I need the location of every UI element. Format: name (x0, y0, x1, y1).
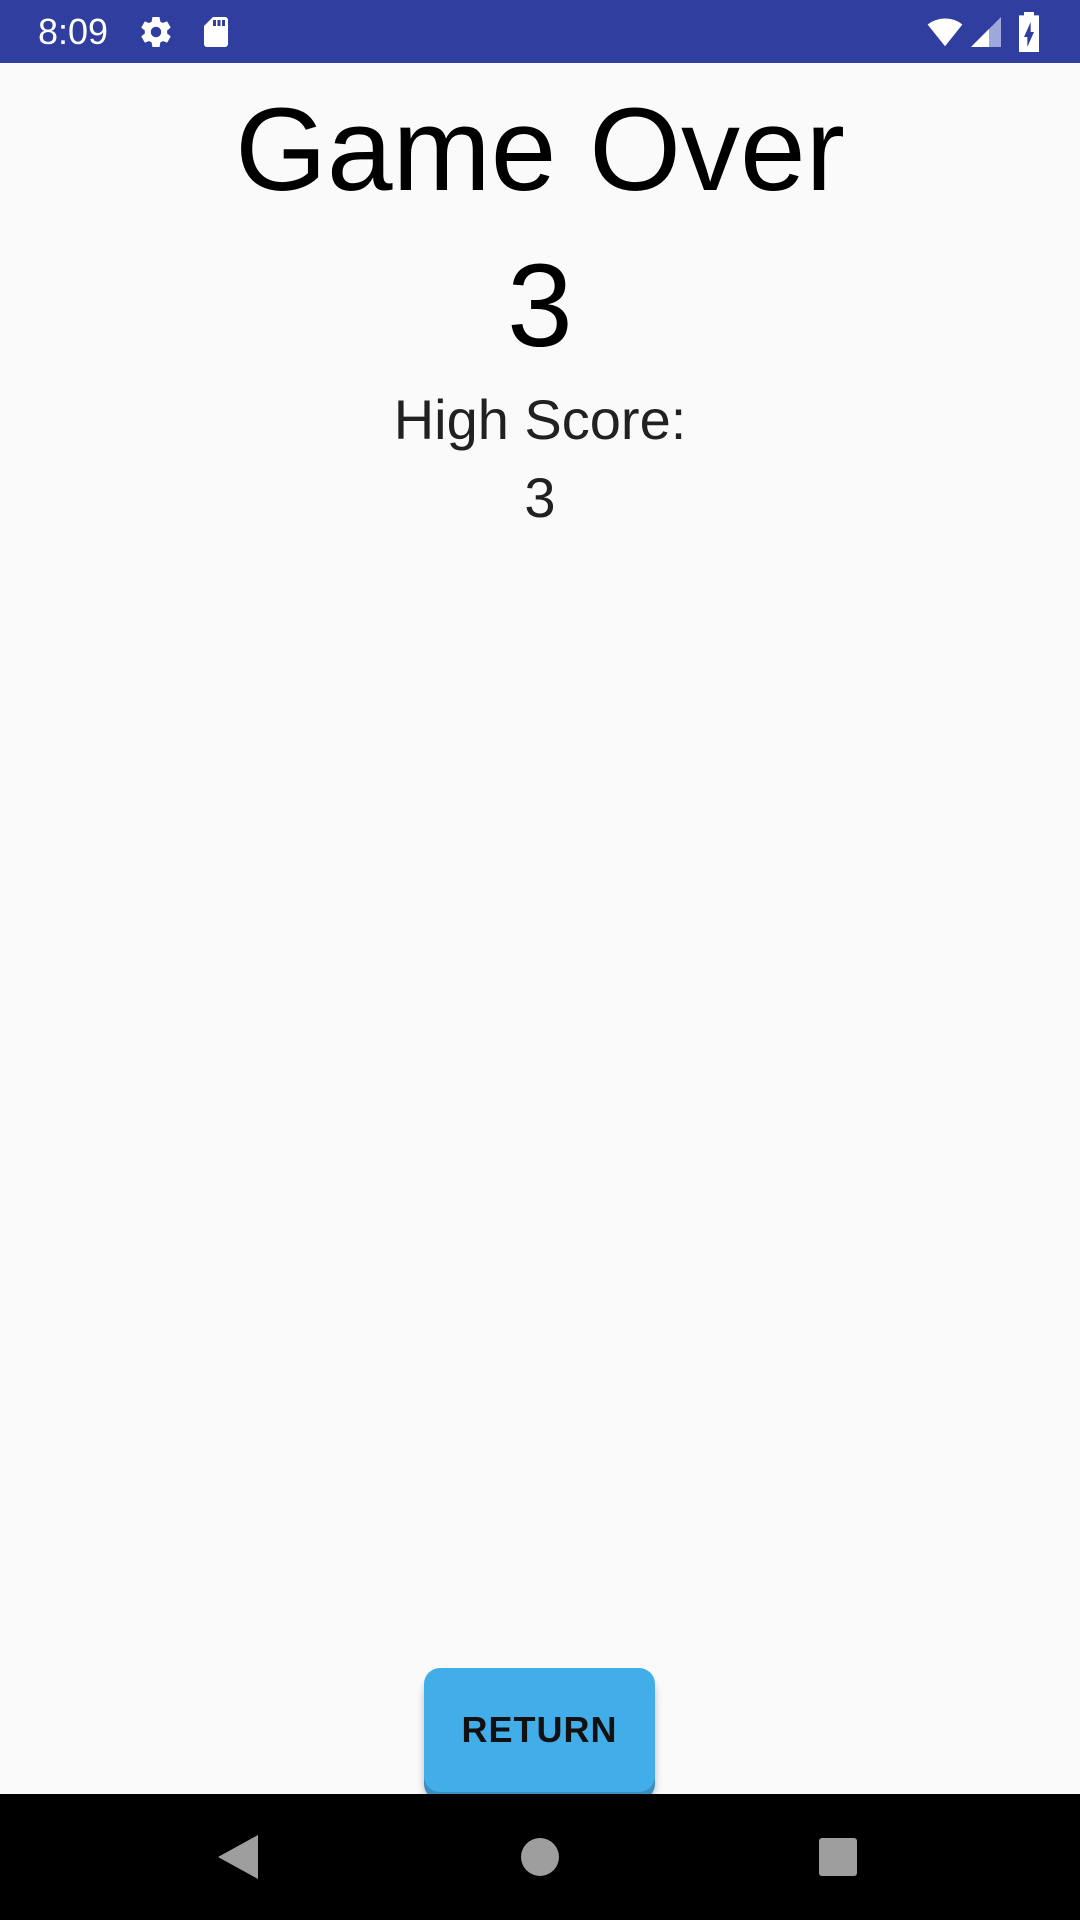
cell-signal-icon (968, 14, 1004, 50)
back-icon[interactable] (210, 1827, 270, 1887)
high-score-label: High Score: (393, 388, 687, 451)
wifi-icon (924, 14, 966, 50)
sd-card-icon (198, 14, 234, 50)
navigation-bar (0, 1794, 1080, 1920)
home-icon[interactable] (510, 1827, 570, 1887)
game-over-screen: 8:09 Game Over 3 High Score: 3 RETURN (0, 0, 1080, 1920)
gear-icon (138, 14, 174, 50)
high-score-value: 3 (524, 466, 556, 529)
status-time: 8:09 (38, 11, 109, 52)
game-over-title: Game Over (235, 84, 845, 216)
return-button[interactable]: RETURN (424, 1668, 655, 1792)
current-score: 3 (507, 240, 573, 372)
status-bar: 8:09 (0, 0, 1080, 63)
recents-icon[interactable] (808, 1827, 868, 1887)
battery-charging-icon (1014, 12, 1044, 52)
